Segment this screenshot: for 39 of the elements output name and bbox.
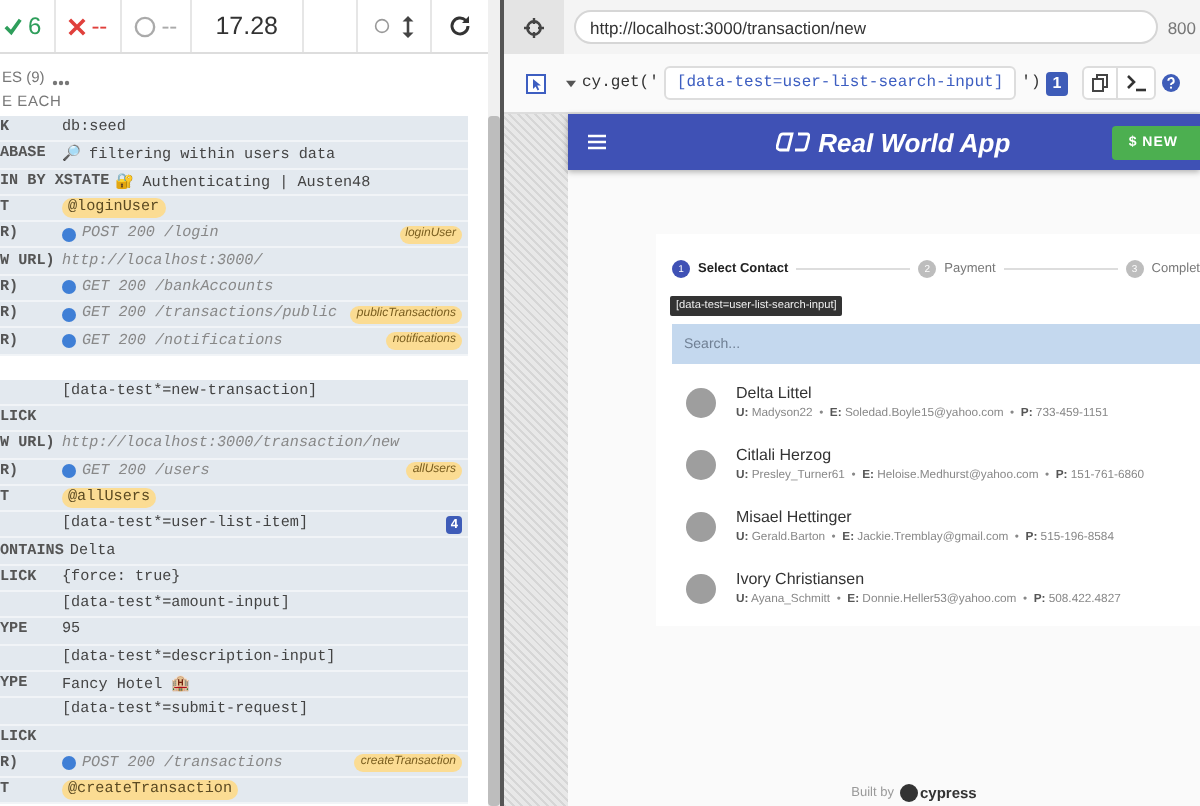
- help-icon[interactable]: [1161, 74, 1180, 92]
- menu-icon[interactable]: [588, 134, 606, 150]
- scrollbar-thumb[interactable]: [488, 116, 500, 806]
- url-field[interactable]: http://localhost:3000/transaction/new: [574, 10, 1158, 44]
- duration: 17.28: [215, 12, 278, 40]
- status-dot-icon: [62, 227, 76, 242]
- scroll-arrows-icon[interactable]: [402, 15, 414, 37]
- match-count: 1: [1046, 71, 1068, 95]
- viewport-size: 800: [1167, 17, 1198, 37]
- selector-prefix: cy.get(': [582, 74, 659, 92]
- status-dot-icon: [62, 334, 76, 349]
- passed-count: 6: [28, 12, 42, 40]
- selector-suffix: '): [1021, 74, 1041, 92]
- logo-icon: [776, 132, 811, 152]
- avatar: [686, 511, 716, 541]
- avatar: [686, 387, 716, 417]
- avatar: [686, 449, 716, 479]
- pending-count: --: [161, 12, 178, 40]
- crosshair-icon[interactable]: [524, 17, 544, 37]
- caret-icon[interactable]: [566, 79, 576, 87]
- more-icon[interactable]: [52, 80, 71, 86]
- cursor-icon[interactable]: [526, 73, 546, 93]
- check-icon: [4, 17, 22, 35]
- status-dot-icon: [62, 307, 76, 322]
- cross-icon: [67, 17, 86, 35]
- user-name[interactable]: Delta Littel: [736, 384, 1109, 402]
- selector-field[interactable]: [data-test=user-list-search-input]: [664, 66, 1016, 100]
- status-dot-icon: [62, 464, 76, 479]
- status-dot-icon: [62, 280, 76, 295]
- circle-icon: [133, 15, 156, 37]
- user-name[interactable]: Misael Hettinger: [736, 508, 1114, 526]
- radio-icon[interactable]: [374, 18, 390, 34]
- failed-count: --: [91, 12, 108, 40]
- user-name[interactable]: Ivory Christiansen: [736, 570, 1121, 588]
- app-title: Real World App: [818, 127, 1011, 157]
- reload-icon[interactable]: [448, 14, 472, 38]
- avatar: [686, 573, 716, 603]
- user-name[interactable]: Citlali Herzog: [736, 446, 1145, 464]
- status-dot-icon: [62, 756, 76, 771]
